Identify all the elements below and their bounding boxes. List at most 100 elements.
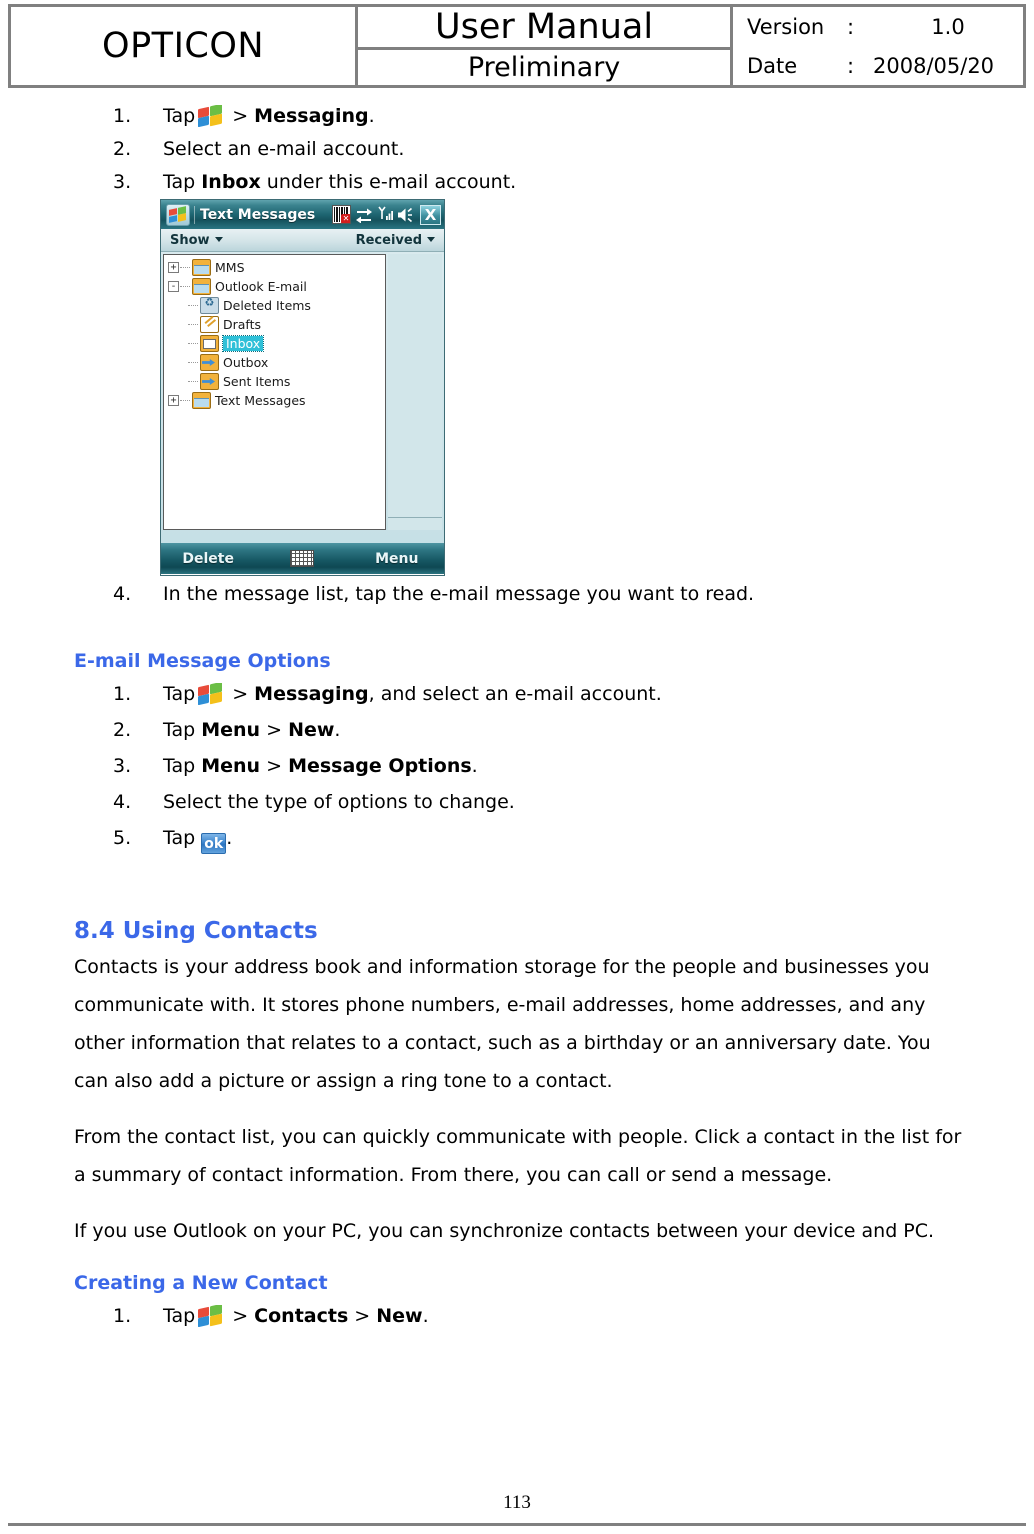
speaker-icon[interactable] (397, 207, 416, 223)
step-separator: > (226, 1305, 255, 1327)
tree-item-label: Outbox (223, 355, 269, 370)
device-soft-key-bar: Delete Menu (161, 543, 444, 574)
step-target-2: New (376, 1305, 423, 1327)
step-verb: Tap (163, 683, 196, 705)
step-tail: , and select an e-mail account. (368, 683, 662, 705)
delete-soft-key[interactable]: Delete (161, 551, 255, 567)
status-icon-tray: ✕ X (332, 204, 442, 225)
start-menu-icon[interactable] (166, 203, 190, 226)
tree-connector (180, 399, 190, 402)
device-menu-bar: Show Received (161, 229, 444, 252)
list-number: 3. (113, 171, 132, 193)
expander-icon[interactable]: + (168, 262, 179, 273)
folder-tree: + MMS - Outlook E-mail Deleted Items (163, 254, 386, 530)
list-text: Tap Menu > New. (163, 712, 1034, 748)
list-text: Tap > Messaging. (163, 100, 1034, 133)
barcode-disabled-icon[interactable]: ✕ (332, 205, 351, 224)
list-number: 2. (113, 138, 132, 160)
tree-connector (188, 361, 198, 364)
email-options-heading: E-mail Message Options (74, 650, 331, 672)
contacts-paragraph-3: If you use Outlook on your PC, you can s… (74, 1220, 935, 1242)
page-content: 1. Tap > Messaging. 2. Select an e-mail … (0, 100, 1034, 1334)
received-dropdown[interactable]: Received (356, 233, 435, 248)
list-number: 1. (113, 105, 132, 127)
tree-item-label: Deleted Items (223, 298, 311, 313)
version-value: 1.0 (931, 14, 965, 39)
tree-connector (188, 342, 198, 345)
step-verb: Tap (163, 719, 202, 741)
tree-item-inbox[interactable]: Inbox (164, 334, 385, 353)
tree-item[interactable]: - Outlook E-mail (164, 277, 385, 296)
tree-item[interactable]: Outbox (164, 353, 385, 372)
step-target: Messaging (254, 683, 369, 705)
list-text: Tap ok. (163, 820, 1034, 856)
list-text: Select an e-mail account. (163, 138, 405, 160)
list-number: 5. (113, 827, 132, 849)
date-colon: : (847, 53, 855, 78)
mailbox-folder-icon (192, 259, 211, 276)
document-subtitle: Preliminary (467, 52, 621, 83)
tree-connector (188, 380, 198, 383)
list-item: 3. Tap Menu > Message Options. (0, 748, 1034, 784)
received-label: Received (355, 232, 422, 248)
step-punct: . (471, 755, 478, 777)
step-target: Menu (201, 719, 261, 741)
keyboard-icon[interactable] (255, 550, 349, 567)
menu-soft-key[interactable]: Menu (350, 551, 444, 567)
close-icon[interactable]: X (420, 204, 441, 225)
step-verb: Tap (163, 171, 202, 193)
tree-item-label: Drafts (223, 317, 262, 332)
connectivity-icon[interactable] (355, 207, 373, 223)
list-text: Tap Menu > Message Options. (163, 748, 1034, 784)
step-verb: Tap (163, 105, 196, 127)
message-preview-pane (388, 254, 442, 530)
tree-connector (188, 323, 198, 326)
step-separator-2: > (348, 1305, 377, 1327)
list-number: 3. (113, 755, 132, 777)
list-item: 5. Tap ok. (0, 820, 1034, 856)
tree-item-label: Outlook E-mail (215, 279, 307, 294)
reading-email-steps: 1. Tap > Messaging. 2. Select an e-mail … (0, 100, 1034, 199)
tree-item[interactable]: + MMS (164, 258, 385, 277)
expander-icon[interactable]: + (168, 395, 179, 406)
signal-strength-icon[interactable] (377, 206, 393, 223)
tree-item[interactable]: + Text Messages (164, 391, 385, 410)
step-target: Messaging (254, 105, 369, 127)
tree-item-label: Text Messages (215, 393, 306, 408)
windows-flag-icon (198, 105, 223, 127)
list-text: Tap Inbox under this e-mail account. (163, 166, 1034, 199)
version-label: Version (747, 14, 825, 39)
outbox-icon (200, 354, 219, 371)
windows-flag-icon (198, 683, 223, 705)
list-number: 1. (113, 1305, 132, 1327)
step-verb: Tap (163, 755, 202, 777)
tree-connector (180, 285, 190, 288)
document-header: OPTICON User Manual Preliminary Version … (8, 4, 1026, 88)
tree-item[interactable]: Deleted Items (164, 296, 385, 315)
document-title: User Manual (358, 7, 730, 50)
brand-logo: OPTICON (102, 26, 265, 66)
step-tail: under this e-mail account. (260, 171, 517, 193)
section-heading-8-4: 8.4 Using Contacts (74, 918, 318, 944)
list-number: 2. (113, 719, 132, 741)
creating-contact-heading: Creating a New Contact (74, 1272, 328, 1294)
contacts-paragraph-2: From the contact list, you can quickly c… (74, 1126, 962, 1186)
tree-item-label: Inbox (221, 335, 265, 352)
step-target: Contacts (254, 1305, 349, 1327)
tree-item[interactable]: Sent Items (164, 372, 385, 391)
tree-item[interactable]: Drafts (164, 315, 385, 334)
brand-cell: OPTICON (11, 7, 359, 85)
tree-connector (180, 266, 190, 269)
step-separator: > (226, 683, 255, 705)
tree-item-label: MMS (215, 260, 245, 275)
drafts-icon (200, 316, 219, 333)
list-number: 4. (113, 583, 132, 605)
show-dropdown[interactable]: Show (170, 233, 223, 248)
expander-icon[interactable]: - (168, 281, 179, 292)
chevron-down-icon (214, 236, 223, 242)
device-content-area: + MMS - Outlook E-mail Deleted Items (161, 252, 444, 543)
reading-email-steps-cont: 4. In the message list, tap the e-mail m… (0, 576, 1034, 612)
